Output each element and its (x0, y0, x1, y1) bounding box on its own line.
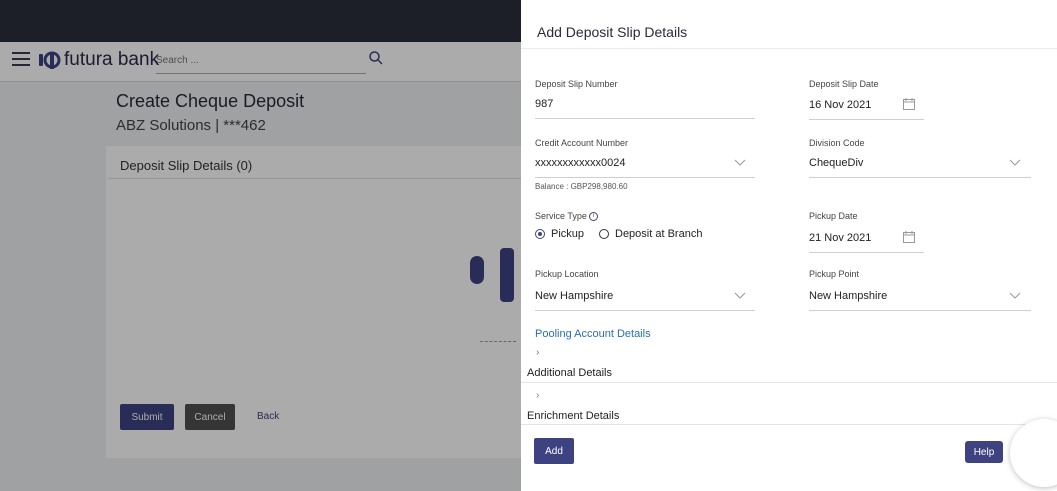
deposit-slip-number-label: Deposit Slip Number (535, 79, 618, 89)
radio-deposit-at-branch[interactable]: Deposit at Branch (599, 228, 702, 240)
credit-account-underline (535, 177, 755, 178)
deposit-slip-date-label: Deposit Slip Date (809, 79, 879, 89)
chevron-down-icon[interactable] (734, 159, 746, 167)
deposit-slip-date-underline (809, 119, 924, 120)
chevron-right-icon[interactable]: › (536, 347, 539, 358)
division-code-label: Division Code (809, 138, 865, 148)
division-code-select[interactable]: ChequeDiv (809, 157, 863, 169)
section-enrichment-details[interactable]: Enrichment Details (527, 410, 619, 422)
pickup-location-label: Pickup Location (535, 269, 599, 279)
pickup-point-label: Pickup Point (809, 269, 860, 279)
section-additional-details[interactable]: Additional Details (527, 367, 612, 379)
calendar-icon[interactable] (903, 231, 915, 243)
deposit-slip-number-input[interactable]: 987 (535, 98, 553, 110)
section-divider (521, 424, 1057, 425)
pickup-date-underline (809, 252, 924, 253)
radio-pickup-label: Pickup (551, 228, 585, 240)
radio-pickup[interactable]: Pickup (535, 228, 584, 240)
credit-account-label: Credit Account Number (535, 138, 629, 148)
service-type-text: Service Type (535, 211, 587, 221)
add-deposit-slip-panel: Add Deposit Slip Details Deposit Slip Nu… (521, 0, 1057, 491)
pickup-location-underline (535, 310, 755, 311)
modal-overlay[interactable] (0, 0, 521, 491)
chat-assistant-bubble[interactable] (1010, 419, 1057, 487)
division-code-underline (809, 177, 1031, 178)
pickup-point-underline (809, 310, 1031, 311)
deposit-slip-number-underline (535, 118, 755, 119)
chevron-down-icon[interactable] (1009, 159, 1021, 167)
section-divider (521, 382, 1057, 383)
radio-unselected-icon (599, 229, 609, 239)
chevron-down-icon[interactable] (734, 292, 746, 300)
pickup-location-select[interactable]: New Hampshire (535, 290, 613, 302)
pickup-point-select[interactable]: New Hampshire (809, 290, 887, 302)
radio-selected-icon (535, 229, 545, 239)
pickup-date-input[interactable]: 21 Nov 2021 (809, 232, 871, 244)
panel-divider (521, 48, 1057, 49)
info-icon[interactable]: i (588, 212, 598, 221)
pickup-date-label: Pickup Date (809, 211, 858, 221)
service-type-label: Service Type i (535, 211, 598, 221)
pooling-account-link[interactable]: Pooling Account Details (535, 328, 651, 340)
balance-text: Balance : GBP298,980.60 (535, 182, 628, 191)
credit-account-select[interactable]: xxxxxxxxxxxx0024 (535, 157, 625, 169)
radio-branch-label: Deposit at Branch (615, 228, 703, 240)
deposit-slip-date-input[interactable]: 16 Nov 2021 (809, 99, 871, 111)
chevron-down-icon[interactable] (1009, 292, 1021, 300)
panel-title: Add Deposit Slip Details (537, 24, 688, 40)
calendar-icon[interactable] (903, 98, 915, 110)
chevron-right-icon[interactable]: › (536, 390, 539, 401)
add-button[interactable]: Add (534, 438, 574, 464)
help-button[interactable]: Help (965, 441, 1003, 463)
